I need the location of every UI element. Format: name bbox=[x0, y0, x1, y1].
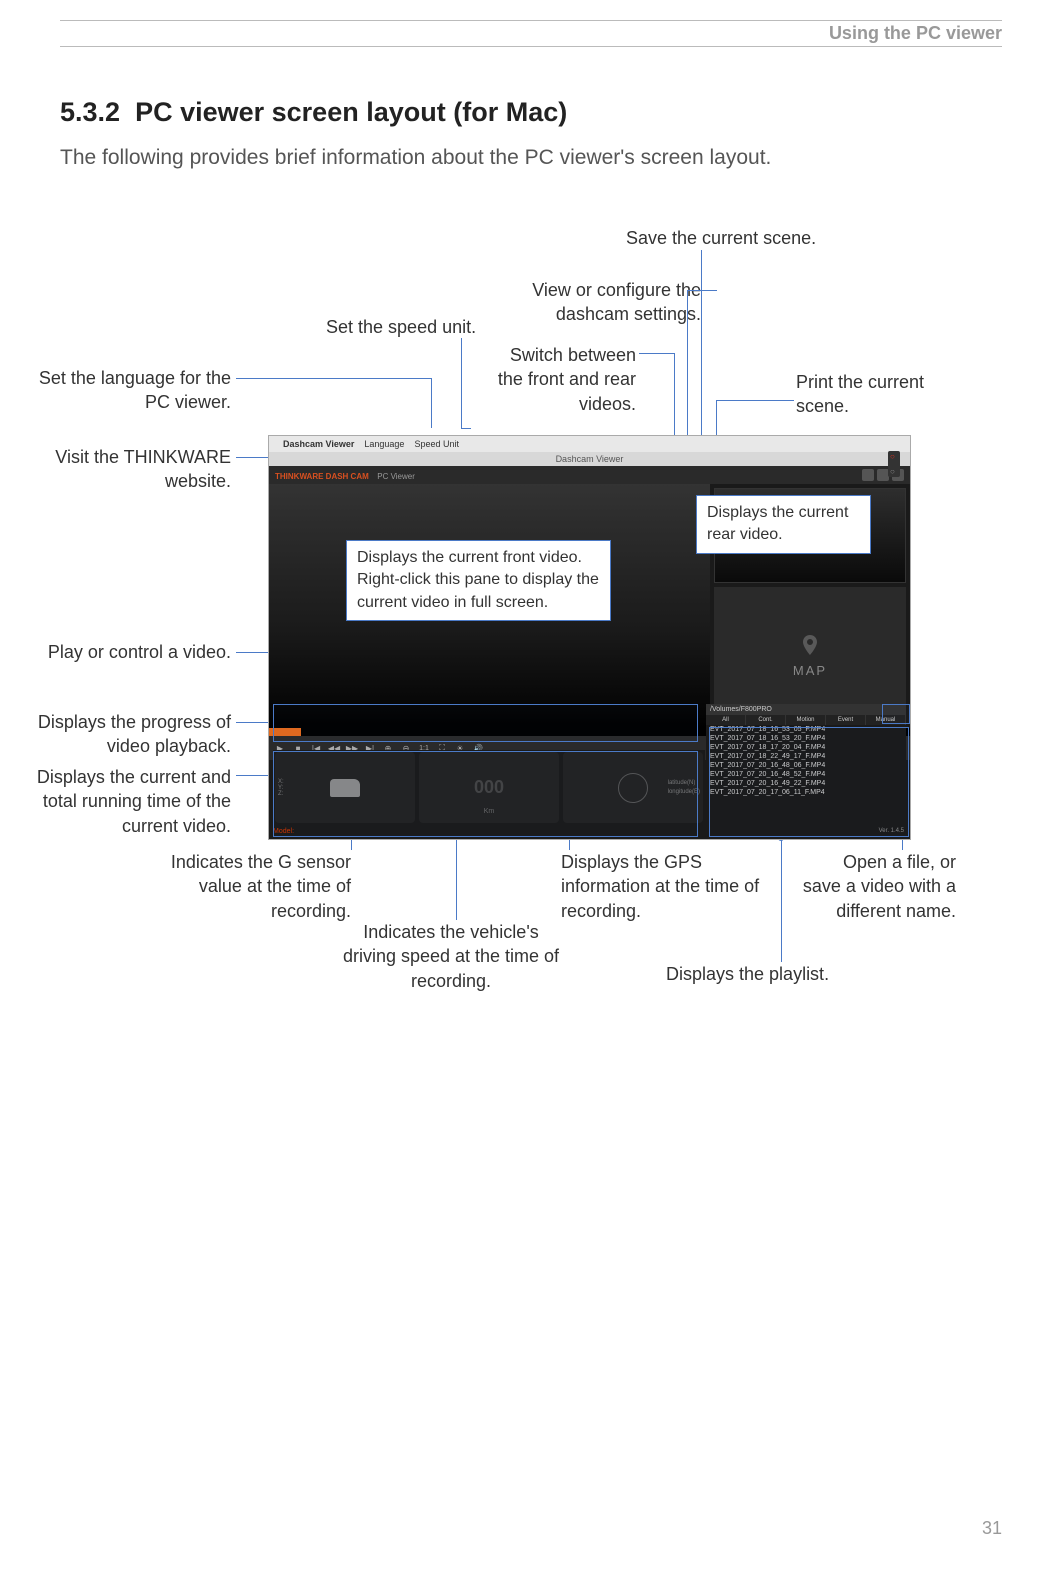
page-number: 31 bbox=[982, 1518, 1002, 1539]
highlight-controls bbox=[273, 704, 698, 742]
app-toolbar: THINKWARE DASH CAM PC Viewer bbox=[269, 466, 910, 484]
callout-save-scene: Save the current scene. bbox=[626, 226, 816, 250]
playlist-tabs[interactable]: All Cont. Motion Event Manual bbox=[706, 715, 906, 725]
subbrand-label: PC Viewer bbox=[377, 472, 415, 481]
window-titlebar: Dashcam Viewer bbox=[269, 452, 910, 466]
callout-language: Set the language for the PC viewer. bbox=[31, 366, 231, 415]
playlist-path: /Volumes/F800PRO bbox=[706, 704, 906, 715]
menu-language[interactable]: Language bbox=[364, 439, 404, 449]
tab-cont[interactable]: Cont. bbox=[746, 715, 786, 725]
section-title: 5.3.2 PC viewer screen layout (for Mac) bbox=[60, 97, 1002, 128]
highlight-gauges bbox=[273, 751, 698, 837]
callout-speed: Indicates the vehicle's driving speed at… bbox=[341, 920, 561, 993]
callout-website: Visit the THINKWARE website. bbox=[31, 445, 231, 494]
callout-playlist: Displays the playlist. bbox=[666, 962, 829, 986]
callout-configure: View or configure the dashcam settings. bbox=[501, 278, 701, 327]
highlight-playlist bbox=[709, 727, 909, 837]
annotation-rear-video: Displays the current rear video. bbox=[696, 495, 871, 554]
callout-play: Play or control a video. bbox=[1, 640, 231, 664]
breadcrumb-text: Using the PC viewer bbox=[829, 23, 1002, 43]
brand-label[interactable]: THINKWARE DASH CAM bbox=[275, 472, 369, 481]
app-name[interactable]: Dashcam Viewer bbox=[283, 439, 354, 449]
callout-open-file: Open a file, or save a video with a diff… bbox=[801, 850, 956, 923]
tab-event[interactable]: Event bbox=[826, 715, 866, 725]
menubar[interactable]: Dashcam Viewer Language Speed Unit bbox=[269, 436, 910, 452]
callout-print: Print the current scene. bbox=[796, 370, 941, 419]
highlight-file-btns bbox=[882, 704, 910, 724]
diagram: Save the current scene. View or configur… bbox=[61, 210, 1001, 1040]
callout-gsensor: Indicates the G sensor value at the time… bbox=[131, 850, 351, 923]
annotation-front-video: Displays the current front video. Right-… bbox=[346, 540, 611, 621]
callout-progress: Displays the progress of video playback. bbox=[1, 710, 231, 759]
callout-runtime: Displays the current and total running t… bbox=[1, 765, 231, 838]
map-pin-icon bbox=[798, 633, 822, 657]
menu-speed-unit[interactable]: Speed Unit bbox=[414, 439, 459, 449]
callout-gps: Displays the GPS information at the time… bbox=[561, 850, 761, 923]
tab-all[interactable]: All bbox=[706, 715, 746, 725]
settings-icon[interactable] bbox=[862, 469, 874, 481]
callout-switch: Switch between the front and rear videos… bbox=[481, 343, 636, 416]
switch-camera-icon[interactable] bbox=[888, 451, 900, 477]
callout-speed-unit: Set the speed unit. bbox=[326, 315, 476, 339]
header-breadcrumb: Using the PC viewer bbox=[60, 20, 1002, 47]
section-description: The following provides brief information… bbox=[60, 146, 1002, 170]
tab-motion[interactable]: Motion bbox=[786, 715, 826, 725]
